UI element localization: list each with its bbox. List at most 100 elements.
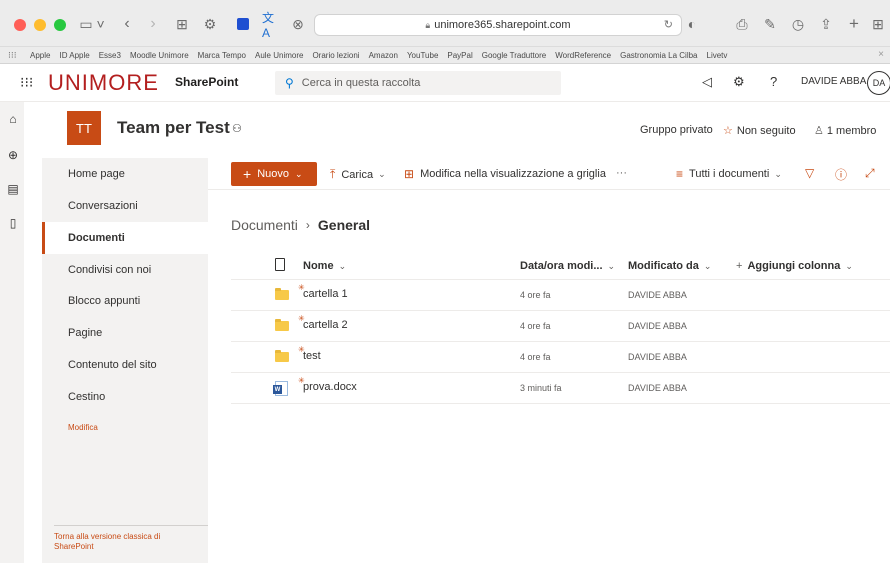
site-logo[interactable]: TT xyxy=(67,111,101,145)
close-window-button[interactable] xyxy=(14,19,26,31)
app-launcher-icon[interactable]: ⁝⁝⁝ xyxy=(20,74,33,91)
gear-icon[interactable]: ⚙ xyxy=(202,13,218,35)
nav-item-notebook[interactable]: Blocco appunti xyxy=(42,285,208,317)
favorite-link[interactable]: Livetv xyxy=(707,51,728,60)
favorite-link[interactable]: Moodle Unimore xyxy=(130,51,189,60)
file-modified-by[interactable]: DAVIDE ABBA xyxy=(628,321,687,331)
expand-icon[interactable]: ⤢ xyxy=(865,166,875,181)
favorite-link[interactable]: Google Traduttore xyxy=(482,51,546,60)
back-icon[interactable]: ‹ xyxy=(120,13,134,35)
follow-button[interactable]: ☆ Non seguito xyxy=(723,124,796,137)
site-title[interactable]: Team per Test xyxy=(117,118,230,138)
privacy-shield-icon[interactable]: ◐ xyxy=(684,13,700,35)
extension-icon[interactable] xyxy=(236,13,250,35)
favorite-link[interactable]: Marca Tempo xyxy=(198,51,246,60)
column-modified-by[interactable]: Modificato da ⌄ xyxy=(628,260,711,272)
favorites-grid-icon[interactable]: ⁝⁝⁝ xyxy=(8,50,30,61)
file-name[interactable]: prova.docx xyxy=(303,381,357,393)
favorite-link[interactable]: WordReference xyxy=(555,51,611,60)
favorite-link[interactable]: YouTube xyxy=(407,51,438,60)
view-selector[interactable]: ≡ Tutti i documenti ⌄ xyxy=(676,167,782,181)
classic-view-link[interactable]: Torna alla versione classica di SharePoi… xyxy=(54,532,194,552)
favorite-link[interactable]: Amazon xyxy=(369,51,398,60)
reload-icon[interactable]: ↻ xyxy=(664,18,673,31)
favorite-link[interactable]: Orario lezioni xyxy=(312,51,359,60)
members-button[interactable]: ♙ 1 membro xyxy=(814,124,876,137)
document-icon[interactable]: ▯ xyxy=(6,216,20,230)
file-modified-by[interactable]: DAVIDE ABBA xyxy=(628,383,687,393)
list-header: Nome ⌄ Data/ora modi... ⌄ Modificato da ⌄ +… xyxy=(231,252,890,280)
nav-item-site-contents[interactable]: Contenuto del sito xyxy=(42,349,208,381)
file-name[interactable]: cartella 2 xyxy=(303,319,348,331)
grid-icon[interactable]: ⊞ xyxy=(174,13,190,35)
upload-icon: ⤒ xyxy=(330,167,336,181)
nav-item-conversations[interactable]: Conversazioni xyxy=(42,190,208,222)
nav-item-shared[interactable]: Condivisi con noi xyxy=(42,254,208,286)
file-modified: 4 ore fa xyxy=(520,352,551,362)
minimize-window-button[interactable] xyxy=(34,19,46,31)
nav-item-pages[interactable]: Pagine xyxy=(42,317,208,349)
column-name[interactable]: Nome ⌄ xyxy=(303,260,346,272)
favorite-link[interactable]: Esse3 xyxy=(99,51,121,60)
grid-edit-button[interactable]: ⊞ Modifica nella visualizzazione a grigl… xyxy=(404,167,606,181)
home-icon[interactable]: ⌂ xyxy=(6,112,20,126)
annotate-icon[interactable]: ✎ xyxy=(762,13,778,35)
person-icon: ♙ xyxy=(814,125,824,137)
forward-icon[interactable]: › xyxy=(146,13,160,35)
table-row[interactable]: ✳ cartella 1 4 ore fa DAVIDE ABBA xyxy=(231,280,890,311)
nav-item-documents[interactable]: Documenti xyxy=(42,222,208,254)
chevron-right-icon: › xyxy=(305,218,310,232)
new-button[interactable]: + Nuovo ⌄ xyxy=(231,162,317,186)
settings-icon[interactable]: ⚙ xyxy=(733,74,745,90)
column-modified[interactable]: Data/ora modi... ⌄ xyxy=(520,260,615,272)
filter-icon[interactable]: ▽ xyxy=(805,166,814,180)
favorite-link[interactable]: Apple xyxy=(30,51,50,60)
view-label: Tutti i documenti xyxy=(689,168,770,180)
edit-nav-link[interactable]: Modifica xyxy=(68,423,98,432)
table-row[interactable]: ✳ test 4 ore fa DAVIDE ABBA xyxy=(231,342,890,373)
file-modified: 4 ore fa xyxy=(520,321,551,331)
news-icon[interactable]: ▤ xyxy=(6,182,20,196)
zoom-window-button[interactable] xyxy=(54,19,66,31)
file-modified-by[interactable]: DAVIDE ABBA xyxy=(628,352,687,362)
share-icon[interactable]: ⇪ xyxy=(818,13,834,35)
file-name[interactable]: cartella 1 xyxy=(303,288,348,300)
file-name[interactable]: test xyxy=(303,350,321,362)
grid-icon: ⊞ xyxy=(404,167,415,181)
close-icon[interactable]: × xyxy=(878,49,884,60)
more-button[interactable]: ··· xyxy=(616,167,627,179)
teams-icon[interactable]: ⚇ xyxy=(232,122,242,135)
search-box[interactable]: ⚲ Cerca in questa raccolta xyxy=(275,71,561,95)
translate-icon[interactable]: 文A xyxy=(262,11,278,40)
add-column-button[interactable]: + Aggiungi colonna ⌄ xyxy=(736,260,853,272)
table-row[interactable]: ✳ prova.docx 3 minuti fa DAVIDE ABBA xyxy=(231,373,890,404)
favorite-link[interactable]: ID Apple xyxy=(59,51,89,60)
breadcrumb-parent[interactable]: Documenti xyxy=(231,217,298,233)
user-name[interactable]: DAVIDE ABBA xyxy=(801,76,866,87)
info-icon[interactable]: ⓘ xyxy=(835,166,847,183)
breadcrumb-current: General xyxy=(317,217,371,233)
block-icon[interactable]: ⊗ xyxy=(290,13,306,35)
sidebar-toggle-icon[interactable]: ▭ ˅ xyxy=(78,13,106,35)
file-type-header-icon[interactable] xyxy=(275,258,285,271)
print-icon[interactable]: ⎙ xyxy=(734,13,750,35)
tab-overview-icon[interactable]: ⊞ xyxy=(870,13,886,35)
table-row[interactable]: ✳ cartella 2 4 ore fa DAVIDE ABBA xyxy=(231,311,890,342)
address-bar[interactable]: 🔒︎ unimore365.sharepoint.com ↻ xyxy=(314,14,682,36)
upload-button[interactable]: ⤒ Carica ⌄ xyxy=(330,167,386,182)
megaphone-icon[interactable]: ◁ xyxy=(702,74,712,90)
brand-logo[interactable]: UNIMORE xyxy=(48,70,159,96)
app-name[interactable]: SharePoint xyxy=(175,75,238,89)
file-modified-by[interactable]: DAVIDE ABBA xyxy=(628,290,687,300)
avatar[interactable]: DA xyxy=(867,71,890,95)
favorite-link[interactable]: PayPal xyxy=(447,51,472,60)
new-tab-icon[interactable]: + xyxy=(846,13,862,35)
nav-item-recycle-bin[interactable]: Cestino xyxy=(42,381,208,413)
favorite-link[interactable]: Aule Unimore xyxy=(255,51,303,60)
history-icon[interactable]: ◷ xyxy=(790,13,806,35)
nav-item-home[interactable]: Home page xyxy=(42,158,208,190)
url-text: unimore365.sharepoint.com xyxy=(434,19,571,31)
globe-icon[interactable]: ⊕ xyxy=(6,148,20,162)
help-icon[interactable]: ? xyxy=(770,74,777,89)
favorite-link[interactable]: Gastronomia La Cilba xyxy=(620,51,697,60)
